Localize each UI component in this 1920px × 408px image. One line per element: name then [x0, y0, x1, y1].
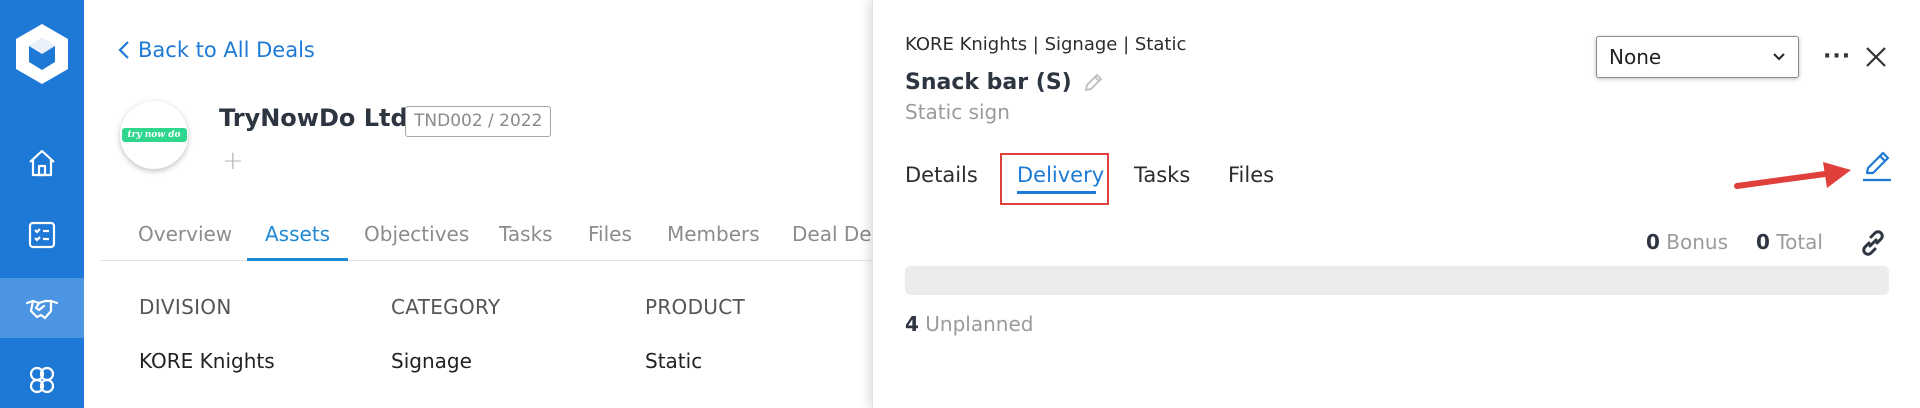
delivery-tab-highlight-box [1000, 153, 1109, 205]
checklist-icon [28, 221, 56, 249]
left-navigation [0, 0, 84, 408]
asset-title-row: Snack bar (S) [905, 70, 1104, 95]
asset-subtitle: Static sign [905, 100, 1010, 124]
bonus-stat: 0 Bonus [1646, 230, 1728, 254]
bonus-label: Bonus [1666, 230, 1729, 254]
total-stat: 0 Total [1756, 230, 1823, 254]
drawer-tab-files[interactable]: Files [1228, 163, 1274, 187]
column-header-division: DIVISION [139, 295, 232, 319]
asset-detail-drawer: KORE Knights | Signage | Static Snack ba… [872, 0, 1920, 408]
tab-files[interactable]: Files [588, 222, 632, 246]
company-name: TryNowDo Ltd [219, 104, 408, 132]
deal-code-badge: TND002 / 2022 [405, 106, 552, 137]
chevron-down-icon [1773, 53, 1785, 61]
team-icon [29, 366, 55, 394]
active-tab-indicator [247, 258, 348, 261]
edit-pencil-icon[interactable] [1859, 148, 1895, 184]
tab-members[interactable]: Members [667, 222, 760, 246]
tab-objectives[interactable]: Objectives [364, 222, 469, 246]
cell-division: KORE Knights [139, 349, 275, 373]
handshake-icon [25, 299, 59, 320]
nav-deals[interactable] [0, 278, 84, 338]
tab-deal-details[interactable]: Deal Det [792, 222, 879, 246]
unplanned-stat: 4 Unplanned [905, 312, 1033, 336]
company-logo-text: try now do [121, 128, 187, 142]
back-link-label: Back to All Deals [138, 38, 315, 62]
total-value: 0 [1756, 230, 1770, 254]
close-icon[interactable] [1863, 44, 1889, 70]
annotation-arrow-icon [1734, 162, 1851, 189]
drawer-tab-tasks[interactable]: Tasks [1134, 163, 1190, 187]
tab-assets[interactable]: Assets [265, 222, 330, 246]
nav-team[interactable] [0, 350, 84, 408]
column-header-category: CATEGORY [391, 295, 501, 319]
column-header-product: PRODUCT [645, 295, 746, 319]
link-icon[interactable] [1858, 228, 1888, 258]
delivery-progress-bar [905, 266, 1889, 295]
bonus-value: 0 [1646, 230, 1660, 254]
cell-category: Signage [391, 349, 472, 373]
status-select-value: None [1609, 45, 1662, 69]
nav-tasks[interactable] [0, 205, 84, 265]
total-label: Total [1776, 230, 1823, 254]
status-select[interactable]: None [1596, 36, 1799, 78]
company-logo: try now do [120, 101, 188, 169]
unplanned-label: Unplanned [925, 312, 1034, 336]
home-icon [29, 149, 55, 177]
tab-tasks[interactable]: Tasks [499, 222, 553, 246]
asset-breadcrumb: KORE Knights | Signage | Static [905, 34, 1187, 55]
main-tabs: Overview Assets Objectives Tasks Files M… [100, 214, 879, 261]
back-to-deals-link[interactable]: Back to All Deals [118, 38, 315, 62]
chevron-left-icon [118, 41, 129, 59]
more-icon[interactable]: ··· [1823, 44, 1851, 69]
add-button[interactable]: + [222, 146, 244, 176]
tab-overview[interactable]: Overview [138, 222, 232, 246]
app-logo-icon[interactable] [8, 20, 76, 88]
unplanned-value: 4 [905, 312, 919, 336]
asset-title: Snack bar (S) [905, 70, 1072, 95]
edit-title-icon[interactable] [1082, 72, 1104, 94]
drawer-tab-details[interactable]: Details [905, 163, 978, 187]
nav-home[interactable] [0, 133, 84, 193]
cell-product: Static [645, 349, 703, 373]
